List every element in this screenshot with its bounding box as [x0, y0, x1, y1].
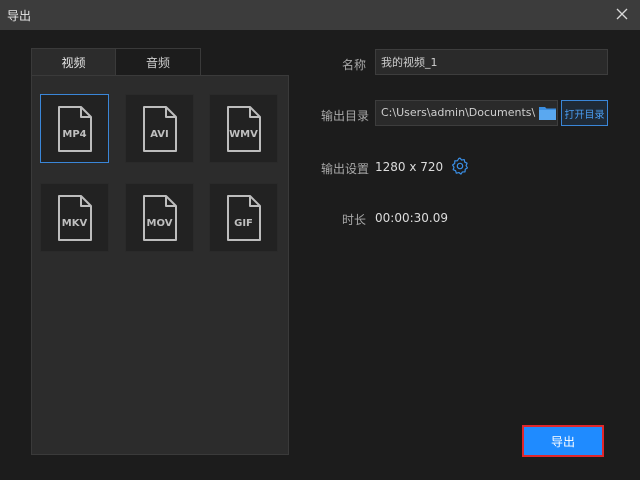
export-button[interactable]: 导出	[522, 425, 604, 457]
format-mov[interactable]: MOV	[125, 183, 194, 252]
output-settings-label: 输出设置	[321, 162, 370, 176]
format-label: WMV	[229, 129, 258, 140]
format-label: AVI	[150, 129, 169, 140]
close-icon	[616, 8, 628, 20]
name-input[interactable]	[375, 49, 608, 75]
format-label: MP4	[62, 129, 87, 140]
output-dir-label: 输出目录	[321, 109, 370, 123]
resolution-value: 1280 x 720	[375, 160, 444, 174]
name-label: 名称	[342, 58, 367, 72]
gear-icon	[451, 157, 469, 175]
format-wmv[interactable]: WMV	[209, 94, 278, 163]
title-bar: 导出	[0, 0, 640, 30]
tab-video[interactable]: 视频	[31, 48, 116, 76]
duration-value: 00:00:30.09	[375, 211, 448, 225]
format-mkv[interactable]: MKV	[40, 183, 109, 252]
format-tabs: 视频 音频	[31, 48, 201, 76]
open-directory-button[interactable]: 打开目录	[561, 100, 608, 126]
output-dir-field[interactable]: C:\Users\admin\Documents\	[375, 100, 558, 126]
format-label: MOV	[146, 218, 173, 229]
format-gif[interactable]: GIF	[209, 183, 278, 252]
settings-button[interactable]	[451, 157, 469, 175]
folder-button[interactable]	[539, 105, 556, 120]
close-button[interactable]	[614, 6, 630, 22]
window-title: 导出	[7, 9, 32, 23]
duration-label: 时长	[342, 213, 367, 227]
format-mp4[interactable]: MP4	[40, 94, 109, 163]
folder-icon	[539, 107, 556, 120]
format-label: GIF	[234, 218, 253, 229]
format-avi[interactable]: AVI	[125, 94, 194, 163]
export-dialog: 导出 视频 音频 MP4 AVI WMV MKV MOV GIF 名称 我的视频…	[0, 0, 640, 480]
tab-audio[interactable]: 音频	[116, 48, 201, 76]
format-label: MKV	[61, 218, 88, 229]
format-panel: MP4 AVI WMV MKV MOV GIF	[31, 75, 289, 455]
